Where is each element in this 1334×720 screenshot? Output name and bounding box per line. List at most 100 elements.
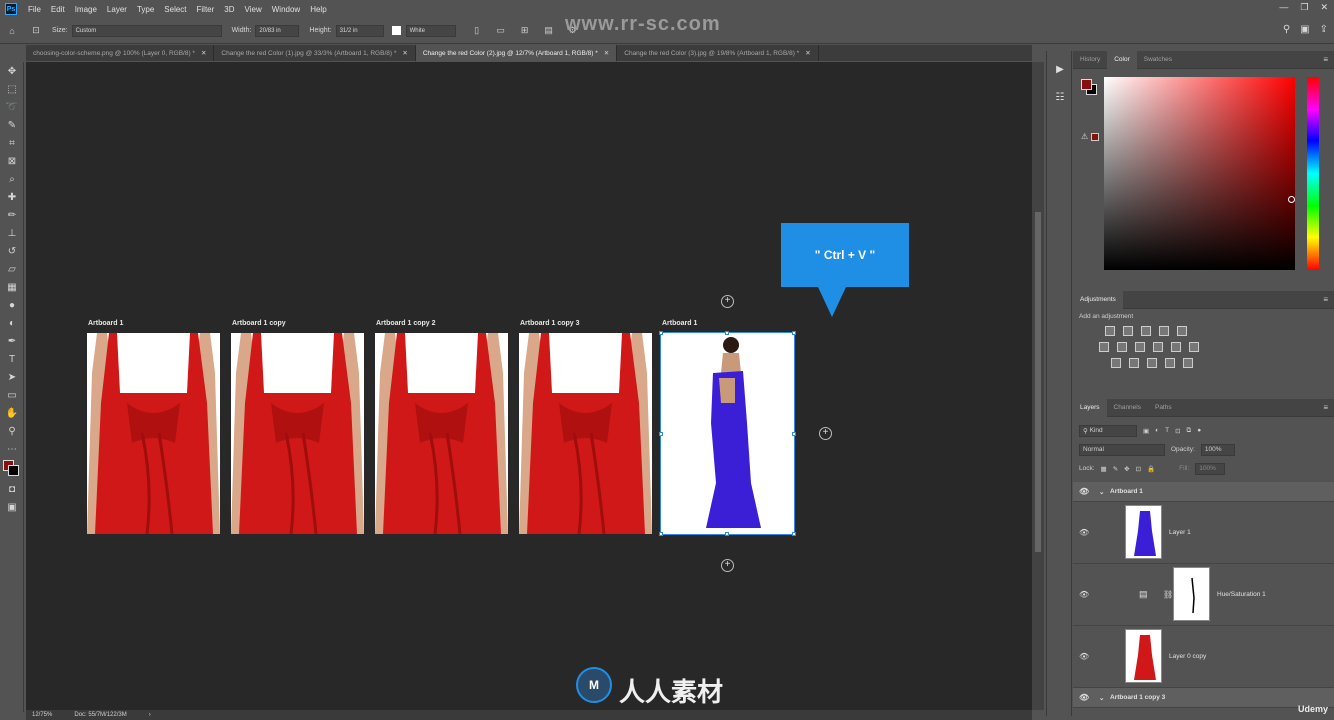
black-white-icon[interactable]	[1135, 342, 1145, 352]
home-icon[interactable]: ⌂	[5, 24, 19, 38]
transform-handle[interactable]	[792, 331, 796, 335]
shape-tool-icon[interactable]: ▭	[0, 386, 24, 404]
blur-tool-icon[interactable]: ●	[0, 296, 24, 314]
gamut-warning-icon[interactable]: ⚠	[1081, 132, 1088, 141]
expand-chevron-icon[interactable]: ⌄	[1099, 488, 1104, 496]
threshold-icon[interactable]	[1147, 358, 1157, 368]
menu-edit[interactable]: Edit	[46, 5, 70, 14]
layer-row[interactable]: 👁 Layer 1	[1073, 502, 1334, 564]
artboard-image-red-dress[interactable]	[375, 333, 508, 534]
layer-row[interactable]: 👁 Layer 0 copy	[1073, 626, 1334, 688]
healing-brush-tool-icon[interactable]: ✚	[0, 188, 24, 206]
transform-handle[interactable]	[792, 432, 796, 436]
screen-mode-icon[interactable]: ▣	[0, 498, 24, 516]
close-tab-icon[interactable]: ✕	[402, 49, 407, 57]
tab-document-1[interactable]: choosing-color-scheme.png @ 100% (Layer …	[26, 45, 215, 61]
foreground-color-swatch[interactable]	[1081, 79, 1092, 90]
tab-document-4[interactable]: Change the red Color (3).jpg @ 19/8% (Ar…	[617, 45, 819, 61]
posterize-icon[interactable]	[1129, 358, 1139, 368]
add-artboard-top-icon[interactable]: +	[721, 295, 734, 308]
artboard-label[interactable]: Artboard 1	[88, 320, 123, 327]
zoom-level[interactable]: 12/75%	[32, 712, 52, 718]
panel-menu-icon[interactable]: ≡	[1323, 55, 1328, 64]
visibility-eye-icon[interactable]: 👁	[1079, 487, 1089, 496]
fill-field[interactable]: 100%	[1195, 462, 1226, 475]
portrait-icon[interactable]: ▯	[470, 24, 484, 38]
menu-3d[interactable]: 3D	[219, 5, 239, 14]
expand-chevron-icon[interactable]: ⌄	[1099, 694, 1104, 702]
transform-handle[interactable]	[725, 331, 729, 335]
layer-row[interactable]: 👁 ⌄ Artboard 1 copy 3	[1073, 688, 1334, 708]
background-swatch[interactable]	[391, 26, 401, 35]
menu-file[interactable]: File	[23, 5, 46, 14]
close-tab-icon[interactable]: ✕	[805, 49, 810, 57]
invert-icon[interactable]	[1111, 358, 1121, 368]
tab-adjustments[interactable]: Adjustments	[1073, 290, 1123, 309]
background-color-swatch[interactable]	[8, 465, 19, 476]
workspace-icon[interactable]: ▣	[1300, 24, 1309, 35]
share-icon[interactable]: ⇪	[1320, 24, 1328, 35]
artboard-tool-icon[interactable]: ⊡	[29, 24, 43, 38]
tab-history[interactable]: History	[1073, 51, 1107, 69]
artboard-label[interactable]: Artboard 1	[662, 320, 697, 327]
channel-mixer-icon[interactable]	[1171, 342, 1181, 352]
frame-tool-icon[interactable]: ⊠	[0, 152, 24, 170]
visibility-eye-icon[interactable]: 👁	[1079, 590, 1089, 599]
more-tools-icon[interactable]: ⋯	[0, 440, 24, 458]
artboard-image-red-dress[interactable]	[87, 333, 220, 534]
width-field[interactable]: 20/83 in	[255, 24, 300, 37]
lock-all-icon[interactable]: 🔒	[1147, 465, 1155, 473]
gamut-swatch[interactable]	[1091, 133, 1099, 141]
artboard-label[interactable]: Artboard 1 copy 3	[520, 320, 580, 327]
filter-adjustment-icon[interactable]: ◐	[1155, 427, 1159, 434]
status-arrow-icon[interactable]: ›	[149, 712, 151, 718]
close-icon[interactable]: ✕	[1320, 2, 1328, 13]
transform-handle[interactable]	[792, 532, 796, 536]
transform-handle[interactable]	[725, 532, 729, 536]
tab-swatches[interactable]: Swatches	[1137, 51, 1179, 69]
filter-shape-icon[interactable]: ⊡	[1175, 427, 1180, 435]
landscape-icon[interactable]: ▭	[494, 24, 508, 38]
tab-document-2[interactable]: Change the red Color (1).jpg @ 33/3% (Ar…	[214, 45, 416, 61]
tab-layers[interactable]: Layers	[1073, 398, 1107, 417]
add-artboard-bottom-icon[interactable]: +	[721, 559, 734, 572]
filter-type-icon[interactable]: T	[1165, 427, 1169, 434]
gradient-map-icon[interactable]	[1165, 358, 1175, 368]
layer-filter-kind[interactable]: ⚲ Kind	[1079, 424, 1137, 437]
layer-mask-thumbnail[interactable]	[1173, 567, 1210, 621]
transform-handle[interactable]	[659, 432, 663, 436]
hue-saturation-icon[interactable]	[1099, 342, 1109, 352]
color-balance-icon[interactable]	[1117, 342, 1127, 352]
restore-icon[interactable]: ❐	[1300, 2, 1308, 13]
color-picker-cursor[interactable]	[1288, 196, 1295, 203]
visibility-eye-icon[interactable]: 👁	[1079, 528, 1089, 537]
crop-tool-icon[interactable]: ⌗	[0, 134, 24, 152]
history-brush-tool-icon[interactable]: ↺	[0, 242, 24, 260]
hand-tool-icon[interactable]: ✋	[0, 404, 24, 422]
size-select[interactable]: Custom	[71, 24, 222, 37]
quick-mask-icon[interactable]: ◘	[0, 480, 24, 498]
tab-paths[interactable]: Paths	[1148, 399, 1179, 417]
mask-link-icon[interactable]: ⛓	[1163, 590, 1173, 599]
menu-help[interactable]: Help	[305, 5, 331, 14]
color-lookup-icon[interactable]	[1189, 342, 1199, 352]
artboard-label[interactable]: Artboard 1 copy	[232, 320, 286, 327]
artboard-label[interactable]: Artboard 1 copy 2	[376, 320, 436, 327]
scrollbar-thumb[interactable]	[1035, 212, 1041, 552]
artboard-image-red-dress[interactable]	[519, 333, 652, 534]
tab-document-3[interactable]: Change the red Color (2).jpg @ 12/7% (Ar…	[415, 45, 618, 61]
opacity-field[interactable]: 100%	[1200, 443, 1235, 456]
quick-select-tool-icon[interactable]: ✎	[0, 116, 24, 134]
brightness-icon[interactable]	[1105, 326, 1115, 336]
menu-window[interactable]: Window	[267, 5, 305, 14]
close-tab-icon[interactable]: ✕	[201, 49, 206, 57]
transform-handle[interactable]	[659, 331, 663, 335]
menu-type[interactable]: Type	[132, 5, 159, 14]
panel-menu-icon[interactable]: ≡	[1323, 403, 1328, 412]
dodge-tool-icon[interactable]: ◐	[0, 314, 24, 332]
exposure-icon[interactable]	[1159, 326, 1169, 336]
transform-handle[interactable]	[659, 532, 663, 536]
artboard-image-blue-dress[interactable]	[660, 332, 795, 535]
selective-color-icon[interactable]	[1183, 358, 1193, 368]
path-select-tool-icon[interactable]: ➤	[0, 368, 24, 386]
